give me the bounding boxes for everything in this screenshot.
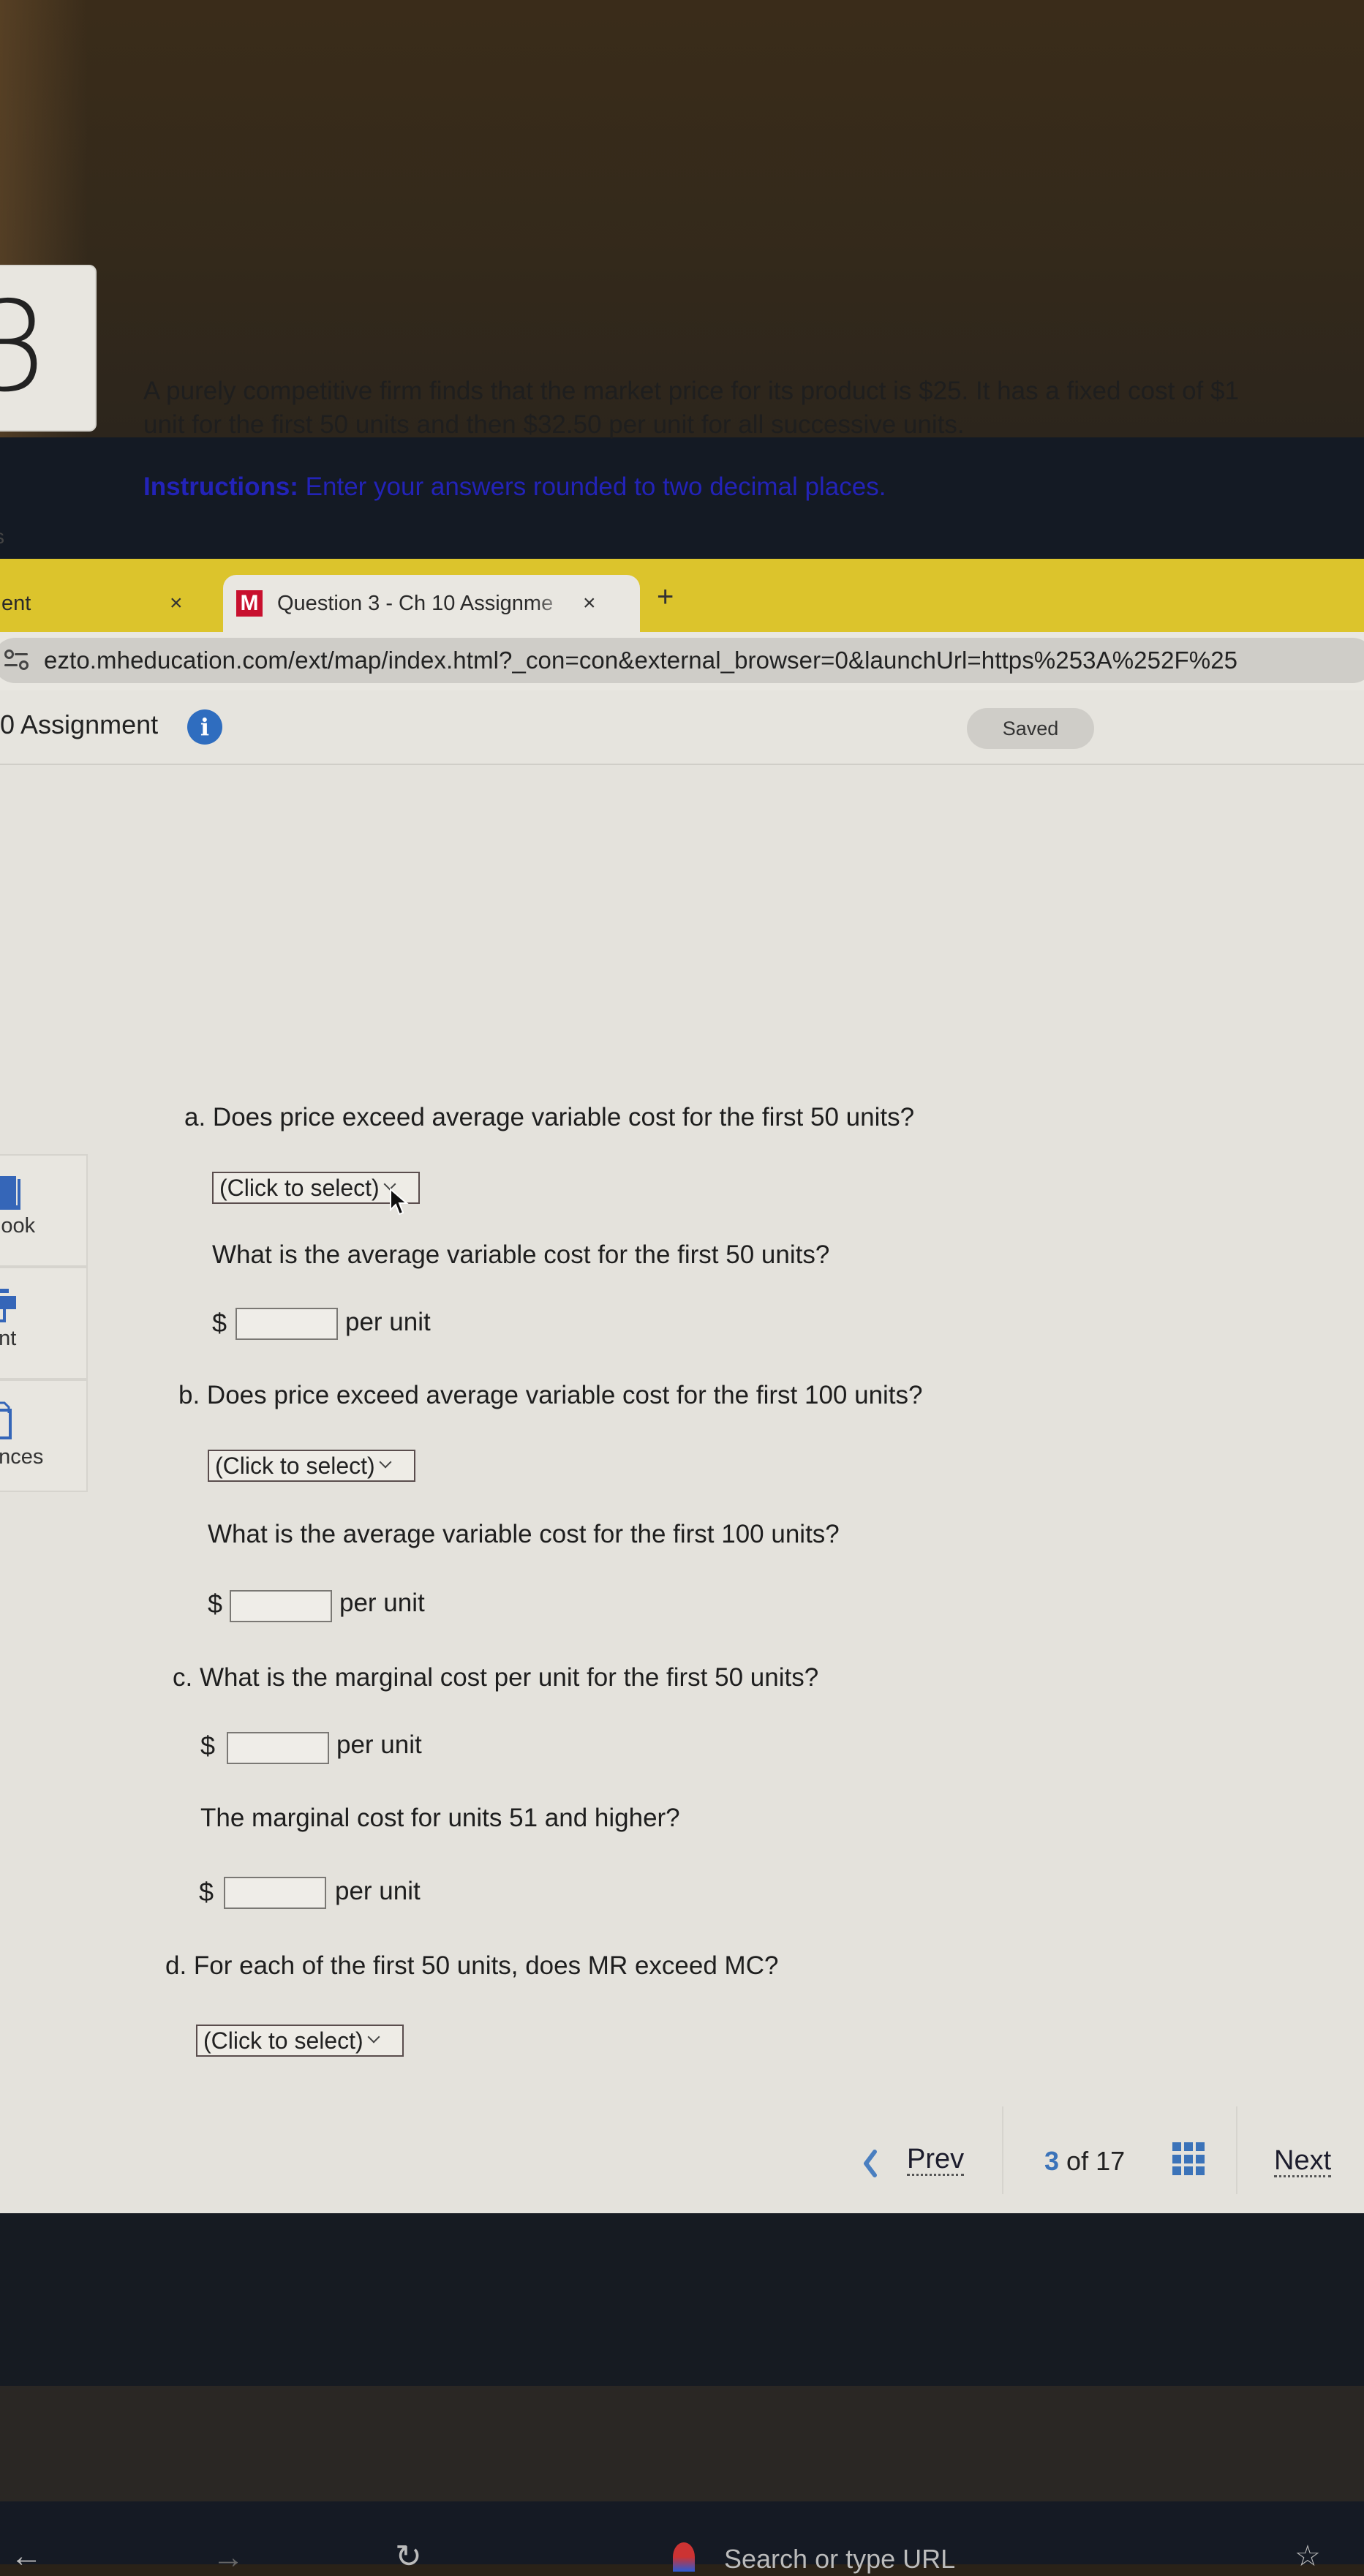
instructions: Instructions: Enter your answers rounded… xyxy=(143,472,886,502)
question-stem: A purely competitive firm finds that the… xyxy=(143,374,1364,442)
back-arrow-icon[interactable]: ← xyxy=(10,2538,42,2575)
page-of-label: of xyxy=(1066,2146,1089,2176)
toolbar: ezto.mheducation.com/ext/map/index.html?… xyxy=(0,632,1364,690)
close-tab-icon[interactable]: × xyxy=(170,591,183,616)
part-d-select[interactable]: (Click to select) xyxy=(196,2025,404,2057)
part-c-prompt: c. What is the marginal cost per unit fo… xyxy=(173,1663,819,1692)
bookmark-star-icon[interactable]: ☆ xyxy=(1295,2539,1321,2573)
part-a-unit: per unit xyxy=(345,1308,431,1336)
tab-strip: ent × M Question 3 - Ch 10 Assignme × + xyxy=(0,559,1364,632)
part-a-currency: $ xyxy=(212,1308,227,1338)
laptop-deck xyxy=(0,2386,1364,2503)
part-b-prompt: b. Does price exceed average variable co… xyxy=(178,1381,923,1409)
chevron-left-icon[interactable] xyxy=(862,2149,879,2178)
omnibox-placeholder[interactable]: Search or type URL xyxy=(724,2544,955,2575)
assignment-title: 0 Assignment xyxy=(0,709,159,739)
part-a-avc-input[interactable] xyxy=(236,1308,338,1340)
tab-inactive[interactable]: ent × xyxy=(0,575,219,632)
instructions-text: Enter your answers rounded to two decima… xyxy=(298,472,886,501)
forward-arrow-icon[interactable]: → xyxy=(212,2539,244,2576)
info-icon[interactable]: i xyxy=(187,709,222,745)
chevron-down-icon xyxy=(381,1458,391,1468)
tab-active[interactable]: M Question 3 - Ch 10 Assignme × xyxy=(223,575,640,632)
part-c-sub-prompt: The marginal cost for units 51 and highe… xyxy=(200,1804,680,1832)
next-button[interactable]: Next xyxy=(1274,2146,1332,2177)
prev-button[interactable]: Prev xyxy=(907,2144,965,2176)
save-status-badge: Saved xyxy=(967,708,1094,749)
part-b-select-value: (Click to select) xyxy=(215,1452,375,1479)
part-c-mc-first50-input[interactable] xyxy=(227,1732,329,1764)
total-pages: 17 xyxy=(1096,2146,1126,2176)
nav-divider xyxy=(1236,2106,1237,2194)
chevron-down-icon xyxy=(369,2033,380,2043)
part-a-prompt: a. Does price exceed average variable co… xyxy=(184,1103,915,1131)
print-icon xyxy=(0,1289,16,1322)
site-settings-icon[interactable] xyxy=(3,649,29,671)
print-label: rint xyxy=(0,1327,17,1350)
close-tab-icon[interactable]: × xyxy=(583,591,596,616)
references-button[interactable]: ences xyxy=(0,1379,88,1492)
tab-title: Question 3 - Ch 10 Assignme xyxy=(277,591,554,615)
question-number: 3 xyxy=(0,275,50,420)
part-c-currency-2: $ xyxy=(199,1877,214,1907)
part-a-select-value: (Click to select) xyxy=(219,1174,380,1201)
part-b-currency: $ xyxy=(208,1589,223,1619)
part-c-currency: $ xyxy=(200,1730,216,1760)
stem-line-2: unit for the first 50 units and then $32… xyxy=(143,410,965,439)
monitor-bezel-bottom xyxy=(0,2213,1364,2389)
references-label: ences xyxy=(0,1445,44,1469)
rail-partial-label: s xyxy=(0,525,4,549)
part-b-unit: per unit xyxy=(339,1589,425,1617)
nav-divider xyxy=(1002,2106,1003,2194)
current-page: 3 xyxy=(1044,2146,1060,2176)
references-icon xyxy=(0,1401,12,1439)
question-grid-icon[interactable] xyxy=(1172,2142,1206,2176)
part-b-select[interactable]: (Click to select) xyxy=(208,1450,415,1482)
part-a-sub-prompt: What is the average variable cost for th… xyxy=(212,1240,830,1269)
page-indicator: 3 of 17 xyxy=(1044,2146,1125,2177)
print-button[interactable]: rint xyxy=(0,1267,88,1379)
second-screen-toolbar: ← → ↻ Search or type URL ☆ xyxy=(0,2501,1364,2575)
ebook-button[interactable]: Book xyxy=(0,1154,88,1267)
mouse-cursor-icon xyxy=(390,1188,409,1216)
new-tab-icon[interactable]: + xyxy=(657,581,674,614)
address-bar[interactable]: ezto.mheducation.com/ext/map/index.html?… xyxy=(0,638,1364,683)
reload-icon[interactable]: ↻ xyxy=(395,2538,422,2575)
url-text[interactable]: ezto.mheducation.com/ext/map/index.html?… xyxy=(44,647,1237,674)
ebook-label: Book xyxy=(0,1214,36,1238)
background-room xyxy=(0,0,1364,437)
part-c-unit-2: per unit xyxy=(335,1877,421,1905)
part-d-select-value: (Click to select) xyxy=(203,2027,363,2054)
part-c-mc-51plus-input[interactable] xyxy=(224,1877,326,1909)
assignment-header: 0 Assignment i Saved xyxy=(0,690,1364,765)
mcgraw-hill-favicon-icon: M xyxy=(236,590,263,617)
part-b-avc-input[interactable] xyxy=(230,1590,332,1622)
stem-line-1: A purely competitive firm finds that the… xyxy=(143,377,1239,405)
book-icon xyxy=(0,1176,20,1210)
tab-title: ent xyxy=(1,591,31,615)
part-c-unit: per unit xyxy=(336,1730,422,1759)
google-icon xyxy=(673,2542,695,2572)
part-b-sub-prompt: What is the average variable cost for th… xyxy=(208,1520,840,1548)
part-d-prompt: d. For each of the first 50 units, does … xyxy=(165,1951,779,1980)
instructions-label: Instructions: xyxy=(143,472,298,501)
